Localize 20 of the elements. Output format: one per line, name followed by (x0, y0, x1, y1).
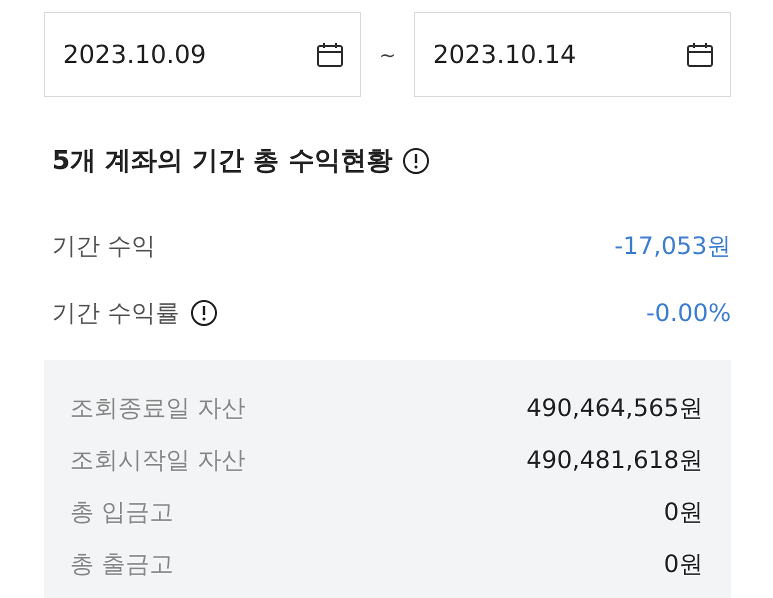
metric-label: 기간 수익률 (52, 298, 180, 328)
section-title: 5개 계좌의 기간 총 수익현황 (52, 145, 392, 178)
end-date-field[interactable]: 2023.10.14 (414, 12, 731, 97)
metric-value: -0.00% (646, 298, 731, 326)
detail-value: 490,481,618원 (526, 445, 703, 476)
info-icon[interactable] (190, 298, 218, 326)
detail-value: 0원 (664, 549, 703, 580)
calendar-icon[interactable] (316, 40, 344, 68)
start-date-field[interactable]: 2023.10.09 (44, 12, 361, 97)
range-separator: ~ (378, 42, 397, 66)
detail-label: 조회종료일 자산 (70, 393, 246, 424)
detail-value: 490,464,565원 (526, 393, 703, 424)
metric-value: -17,053원 (614, 230, 731, 262)
detail-label: 총 입금고 (70, 497, 174, 528)
calendar-icon[interactable] (686, 40, 714, 68)
metric-label: 기간 수익 (52, 230, 156, 262)
detail-value: 0원 (664, 497, 703, 528)
detail-label: 조회시작일 자산 (70, 445, 246, 476)
info-icon[interactable] (402, 146, 430, 174)
detail-label: 총 출금고 (70, 549, 174, 580)
